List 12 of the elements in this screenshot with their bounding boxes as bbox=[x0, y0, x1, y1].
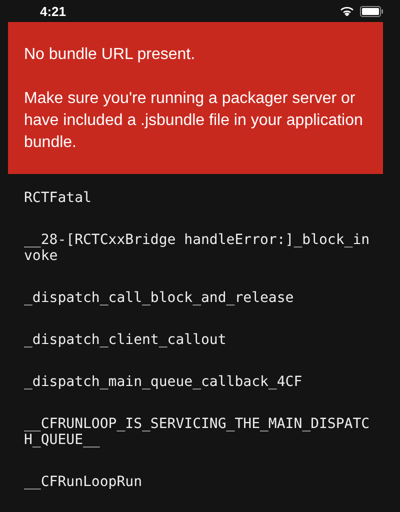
stack-frame: __28-[RCTCxxBridge handleError:]_block_invoke bbox=[24, 232, 372, 264]
stack-frame: _dispatch_main_queue_callback_4CF bbox=[24, 374, 372, 390]
stack-frame: RCTFatal bbox=[24, 190, 372, 206]
stack-frame: __CFRunLoopRun bbox=[24, 474, 372, 490]
stack-frame: _dispatch_client_callout bbox=[24, 332, 372, 348]
stack-frame: __CFRUNLOOP_IS_SERVICING_THE_MAIN_DISPATCH_QUEUE__ bbox=[24, 416, 372, 448]
battery-icon bbox=[360, 6, 384, 16]
error-message: Make sure you're running a packager server or have included a .jsbundle file in your application bundle. bbox=[24, 89, 364, 153]
wifi-icon bbox=[340, 6, 354, 16]
stack-frame: _dispatch_call_block_and_release bbox=[24, 290, 372, 306]
error-title: No bundle URL present. bbox=[24, 45, 196, 65]
status-time: 4:21 bbox=[40, 4, 66, 18]
